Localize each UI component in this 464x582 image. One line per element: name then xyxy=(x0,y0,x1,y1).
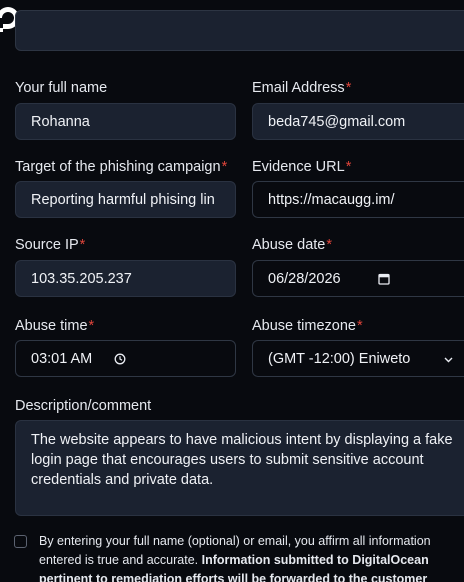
required-asterisk: * xyxy=(345,80,352,96)
description-textarea[interactable]: The website appears to have malicious in… xyxy=(15,420,464,516)
required-asterisk: * xyxy=(326,237,333,253)
abuse-time-label: Abuse time* xyxy=(15,318,95,334)
consent-checkbox[interactable] xyxy=(14,535,27,548)
abuse-report-form: Your full name Email Address* Rohanna be… xyxy=(0,0,464,582)
full-name-input[interactable]: Rohanna xyxy=(15,103,236,140)
email-label: Email Address* xyxy=(252,80,352,96)
email-input[interactable]: beda745@gmail.com xyxy=(252,103,464,140)
abuse-timezone-label: Abuse timezone* xyxy=(252,318,363,334)
required-asterisk: * xyxy=(221,159,228,175)
required-asterisk: * xyxy=(79,237,86,253)
abuse-date-label: Abuse date* xyxy=(252,237,333,253)
evidence-url-input[interactable]: https://macaugg.im/ xyxy=(252,181,464,218)
target-label: Target of the phishing campaign* xyxy=(15,159,228,175)
evidence-url-label: Evidence URL* xyxy=(252,159,352,175)
full-name-label: Your full name xyxy=(15,80,108,96)
description-label: Description/comment xyxy=(15,398,152,414)
required-asterisk: * xyxy=(356,318,363,334)
target-input[interactable]: Reporting harmful phising lin xyxy=(15,181,236,218)
chevron-down-icon xyxy=(444,357,453,363)
clock-icon[interactable] xyxy=(114,353,126,365)
required-asterisk: * xyxy=(88,318,95,334)
source-ip-input[interactable]: 103.35.205.237 xyxy=(15,260,236,297)
calendar-icon[interactable] xyxy=(378,273,390,285)
consent-text: By entering your full name (optional) or… xyxy=(39,532,459,582)
abuse-time-input[interactable]: 03:01 AM xyxy=(15,340,236,377)
source-ip-label: Source IP* xyxy=(15,237,86,253)
abuse-date-input[interactable]: 06/28/2026 xyxy=(252,260,464,297)
previous-field[interactable] xyxy=(15,10,464,51)
abuse-timezone-select[interactable]: (GMT -12:00) Eniweto xyxy=(252,340,464,377)
required-asterisk: * xyxy=(345,159,352,175)
